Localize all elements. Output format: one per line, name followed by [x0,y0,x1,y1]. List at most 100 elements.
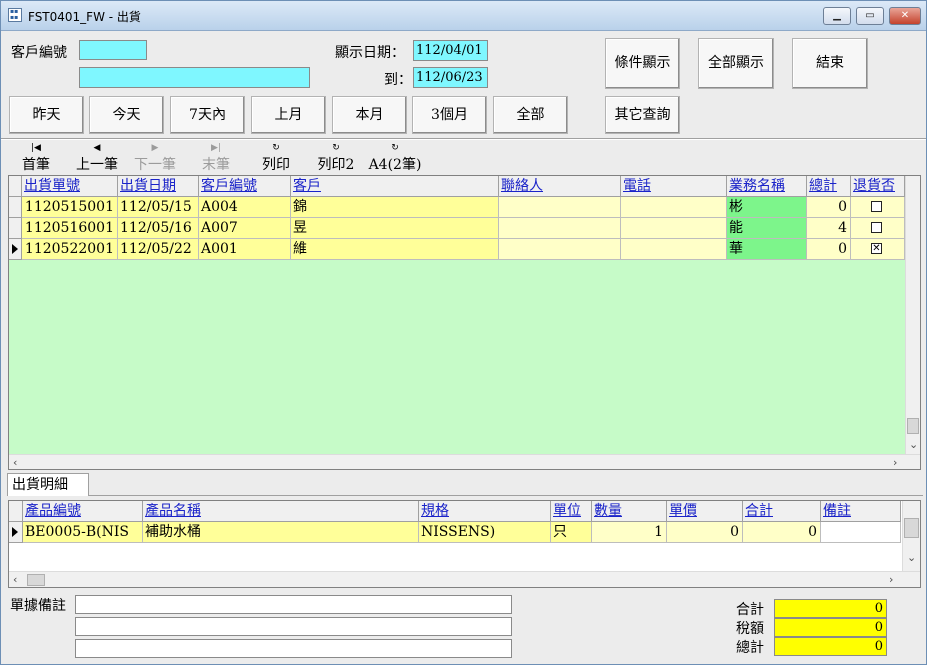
cell-returned[interactable] [851,218,905,239]
col-header-product-code[interactable]: 產品編號 [23,501,143,522]
cell-sales-name[interactable]: 華 [727,239,807,260]
cell-customer-code[interactable]: A001 [199,239,291,260]
cell-contact[interactable] [499,239,621,260]
other-query-button[interactable]: 其它查詢 [605,96,680,134]
col-header-spec[interactable]: 規格 [419,501,551,522]
scroll-left-icon[interactable]: ‹ [13,573,17,586]
scroll-right-icon[interactable]: › [889,573,893,586]
cell-returned[interactable]: ✕ [851,239,905,260]
col-header-shipment-no[interactable]: 出貨單號 [22,176,118,197]
returned-checkbox[interactable] [871,222,882,233]
col-header-customer[interactable]: 客戶 [291,176,499,197]
cell-customer[interactable]: 錦 [291,197,499,218]
returned-checkbox-checked[interactable]: ✕ [871,243,882,254]
print2-button[interactable]: ↻ 列印2 [314,142,358,174]
row-selector[interactable] [9,197,22,218]
nav-last-button[interactable]: ▶| 末筆 [198,142,234,174]
shipments-grid[interactable]: 出貨單號 出貨日期 客戶編號 客戶 聯絡人 電話 業務名稱 總計 退貨否 112… [8,175,921,470]
customer-code-input[interactable] [79,40,147,60]
date-to-input[interactable]: 112/06/23 [413,67,488,88]
cell-amount[interactable]: 0 [743,522,821,543]
col-header-unit[interactable]: 單位 [551,501,592,522]
range-7days-button[interactable]: 7天內 [170,96,245,134]
col-header-sales-name[interactable]: 業務名稱 [727,176,807,197]
cell-note[interactable] [821,522,901,543]
col-header-note[interactable]: 備註 [821,501,901,522]
cell-phone[interactable] [621,197,727,218]
col-header-returned[interactable]: 退貨否 [851,176,905,197]
nav-next-button[interactable]: ▶ 下一筆 [131,142,179,174]
customer-name-input[interactable] [79,67,310,88]
col-header-unit-price[interactable]: 單價 [667,501,743,522]
cell-quantity[interactable]: 1 [592,522,667,543]
cell-shipment-date[interactable]: 112/05/16 [118,218,199,239]
range-this-month-button[interactable]: 本月 [332,96,407,134]
range-3months-button[interactable]: 3個月 [412,96,487,134]
cell-unit-price[interactable]: 0 [667,522,743,543]
vertical-scrollbar[interactable]: ⌄ [905,176,920,454]
cell-sales-name[interactable]: 能 [727,218,807,239]
returned-checkbox[interactable] [871,201,882,212]
cell-contact[interactable] [499,197,621,218]
cell-customer[interactable]: 昱 [291,218,499,239]
memo-line-3[interactable] [75,639,512,658]
range-all-button[interactable]: 全部 [493,96,568,134]
cell-shipment-date[interactable]: 112/05/15 [118,197,199,218]
cell-shipment-date[interactable]: 112/05/22 [118,239,199,260]
nav-prev-button[interactable]: ◀ 上一筆 [73,142,121,174]
vertical-scroll-thumb[interactable] [907,418,919,434]
col-header-contact[interactable]: 聯絡人 [499,176,621,197]
date-from-input[interactable]: 112/04/01 [413,40,488,61]
cell-customer-code[interactable]: A007 [199,218,291,239]
cell-customer-code[interactable]: A004 [199,197,291,218]
row-selector[interactable] [9,218,22,239]
scroll-down-icon[interactable]: ⌄ [907,551,916,564]
col-header-quantity[interactable]: 數量 [592,501,667,522]
cell-spec[interactable]: NISSENS) [419,522,551,543]
cell-total[interactable]: 0 [807,197,851,218]
range-today-button[interactable]: 今天 [89,96,164,134]
col-header-product-name[interactable]: 產品名稱 [143,501,419,522]
scroll-left-icon[interactable]: ‹ [13,456,17,469]
print-a4-button[interactable]: ↻ A4(2筆) [367,142,423,174]
cell-shipment-no[interactable]: 1120515001 [22,197,118,218]
row-selector-current[interactable] [9,239,22,260]
col-header-total[interactable]: 總計 [807,176,851,197]
cell-product-code[interactable]: BE0005-B(NIS [23,522,143,543]
print-button[interactable]: ↻ 列印 [258,142,294,174]
cell-total[interactable]: 4 [807,218,851,239]
memo-line-2[interactable] [75,617,512,636]
cell-phone[interactable] [621,239,727,260]
details-vertical-scrollbar[interactable]: ⌄ [902,501,920,571]
range-yesterday-button[interactable]: 昨天 [9,96,84,134]
cell-sales-name[interactable]: 彬 [727,197,807,218]
row-selector-current[interactable] [9,522,23,543]
horizontal-scrollbar[interactable]: ‹ › [9,454,920,469]
cell-phone[interactable] [621,218,727,239]
show-all-button[interactable]: 全部顯示 [698,38,774,89]
cell-contact[interactable] [499,218,621,239]
details-vertical-scroll-thumb[interactable] [904,518,919,538]
details-horizontal-scroll-thumb[interactable] [27,574,45,586]
cell-shipment-no[interactable]: 1120522001 [22,239,118,260]
exit-button[interactable]: 結束 [792,38,868,89]
cell-shipment-no[interactable]: 1120516001 [22,218,118,239]
memo-line-1[interactable] [75,595,512,614]
col-header-shipment-date[interactable]: 出貨日期 [118,176,199,197]
range-last-month-button[interactable]: 上月 [251,96,326,134]
col-header-customer-code[interactable]: 客戶編號 [199,176,291,197]
cell-total[interactable]: 0 [807,239,851,260]
window-minimize-button[interactable]: ▁ [823,7,851,25]
details-grid[interactable]: 產品編號 產品名稱 規格 單位 數量 單價 合計 備註 BE0005-B(NIS… [8,500,921,588]
scroll-down-icon[interactable]: ⌄ [909,438,918,451]
cell-product-name[interactable]: 補助水桶 [143,522,419,543]
details-horizontal-scrollbar[interactable]: ‹ › [9,571,920,587]
tab-shipment-details[interactable]: 出貨明細 [7,473,89,496]
scroll-right-icon[interactable]: › [893,456,897,469]
filter-show-button[interactable]: 條件顯示 [605,38,680,89]
cell-customer[interactable]: 維 [291,239,499,260]
window-close-button[interactable]: ✕ [889,7,921,25]
cell-returned[interactable] [851,197,905,218]
col-header-amount[interactable]: 合計 [743,501,821,522]
col-header-phone[interactable]: 電話 [621,176,727,197]
